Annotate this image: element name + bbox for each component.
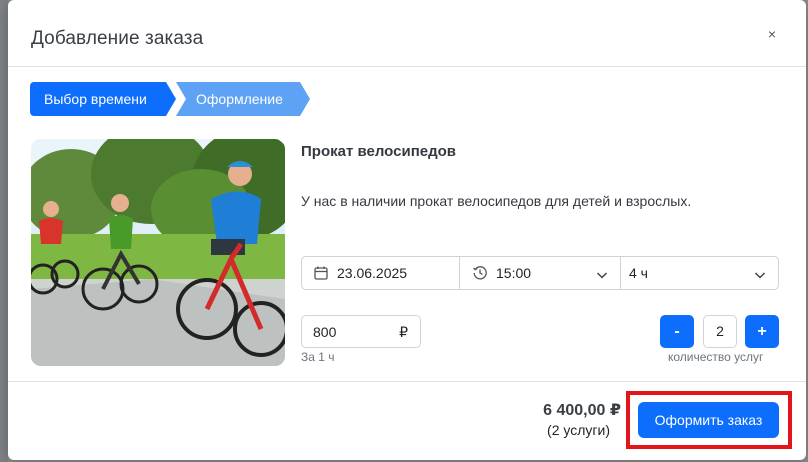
product-photo [31,139,285,366]
step-select-time[interactable]: Выбор времени [30,82,176,116]
price-value: 800 [313,324,337,340]
calendar-icon [313,265,329,281]
chevron-down-icon [596,268,608,280]
product-title: Прокат велосипедов [301,143,457,160]
price-input[interactable]: 800 ₽ [301,315,421,348]
date-picker[interactable]: 23.06.2025 [301,256,460,290]
modal-header: Добавление заказа × [8,0,806,67]
place-order-button[interactable]: Оформить заказ [638,402,779,438]
close-button[interactable]: × [762,24,782,44]
date-value: 23.06.2025 [337,265,408,281]
add-order-modal: Добавление заказа × Выбор времени Оформл… [8,0,806,460]
services-count: (2 услуги) [547,422,610,438]
modal-title: Добавление заказа [31,28,204,49]
time-select[interactable]: 15:00 [459,256,621,290]
price-unit-label: За 1 ч [301,350,335,364]
modal-footer: 6 400,00 ₽ (2 услуги) Оформить заказ [8,381,806,460]
duration-select[interactable]: 4 ч [620,256,779,290]
quantity-caption: количество услуг [668,350,764,364]
time-value: 15:00 [496,265,532,281]
order-total: 6 400,00 ₽ [543,402,621,419]
increase-quantity-button[interactable]: + [745,315,779,348]
decrease-quantity-button[interactable]: - [660,315,694,348]
clock-icon [472,265,488,281]
currency-symbol: ₽ [399,324,408,340]
page-backdrop [0,0,8,462]
duration-value: 4 ч [629,265,648,281]
product-description: У нас в наличии прокат велосипедов для д… [301,193,692,209]
quantity-value[interactable]: 2 [703,315,737,348]
chevron-down-icon [754,268,766,280]
step-checkout[interactable]: Оформление [176,82,310,116]
